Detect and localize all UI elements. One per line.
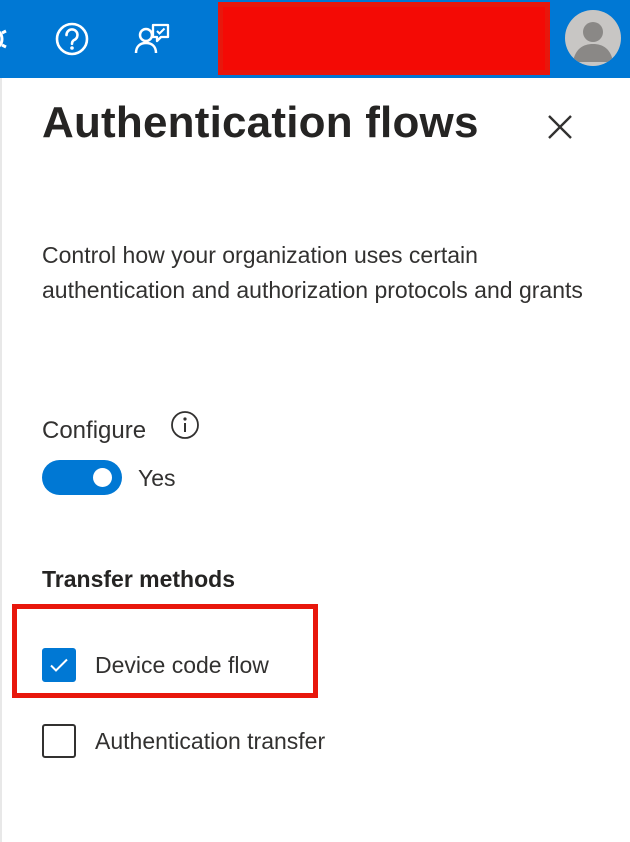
authentication-transfer-checkbox[interactable]	[42, 724, 76, 758]
toggle-state-label: Yes	[138, 465, 176, 491]
transfer-methods-heading: Transfer methods	[42, 566, 235, 592]
configure-label: Configure	[42, 417, 147, 444]
configure-toggle[interactable]	[42, 460, 122, 495]
checkmark-icon	[50, 658, 68, 672]
panel-divider	[0, 78, 2, 842]
device-code-flow-label: Device code flow	[95, 651, 269, 678]
top-bar	[0, 0, 630, 78]
authentication-transfer-option[interactable]: Authentication transfer	[42, 724, 325, 758]
feedback-icon[interactable]	[132, 0, 172, 78]
close-icon	[548, 115, 572, 139]
close-button[interactable]	[543, 110, 577, 144]
panel-title: Authentication flows	[42, 98, 479, 147]
help-icon[interactable]	[52, 0, 92, 78]
avatar-icon[interactable]	[565, 10, 621, 66]
gear-icon[interactable]	[0, 0, 12, 78]
panel-description: Control how your organization uses certa…	[42, 242, 583, 303]
redacted-account-name	[218, 2, 550, 75]
authentication-transfer-label: Authentication transfer	[95, 727, 326, 754]
info-icon[interactable]	[170, 410, 200, 440]
device-code-flow-checkbox[interactable]	[42, 648, 76, 682]
device-code-flow-option[interactable]: Device code flow	[42, 648, 269, 682]
toggle-knob	[93, 468, 112, 487]
